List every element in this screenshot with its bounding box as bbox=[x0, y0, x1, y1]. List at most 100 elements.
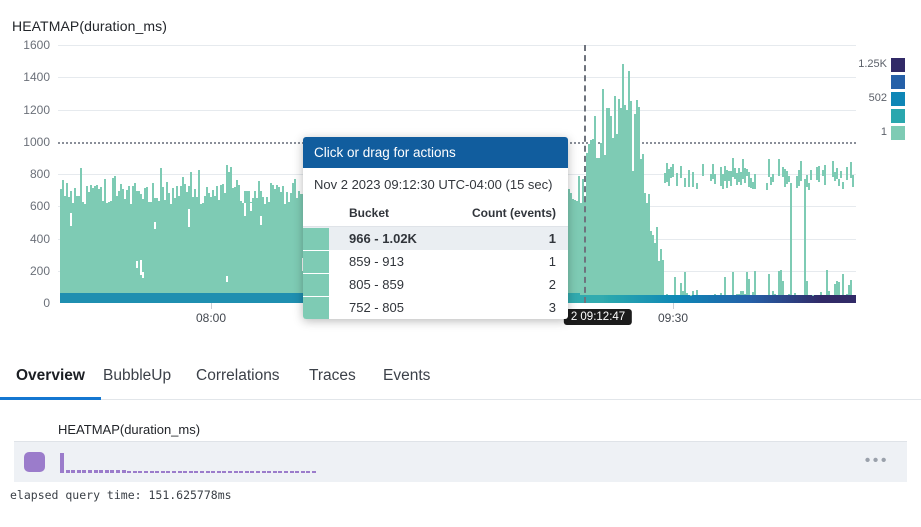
table-row[interactable]: 966 - 1.02K 1 bbox=[303, 226, 568, 250]
sparkline-bar bbox=[76, 470, 81, 473]
heatmap-cell bbox=[852, 174, 854, 188]
heatmap-cell bbox=[748, 278, 750, 295]
table-row[interactable]: 805 - 859 2 bbox=[303, 273, 568, 296]
heatmap-cell bbox=[846, 167, 848, 181]
y-tick-label: 400 bbox=[29, 231, 50, 246]
tab-events[interactable]: Events bbox=[381, 358, 432, 400]
legend-color-swatch bbox=[891, 92, 905, 106]
heatmap-cell bbox=[684, 178, 686, 187]
bucket-color-swatch bbox=[303, 250, 329, 273]
legend-color-swatch bbox=[891, 126, 905, 140]
sparkline-bar bbox=[93, 470, 98, 473]
heatmap-cell bbox=[662, 260, 664, 295]
heatmap-gap bbox=[212, 176, 214, 185]
series-color-swatch bbox=[24, 452, 45, 472]
legend-label-mid: 502 bbox=[868, 92, 887, 104]
heatmap-query-page: HEATMAP(duration_ms) 1600 1400 1200 1000 800… bbox=[0, 0, 921, 527]
sparkline-bar bbox=[116, 470, 120, 473]
y-tick-label: 200 bbox=[29, 263, 50, 278]
y-axis: 1600 1400 1200 1000 800 600 400 200 0 bbox=[0, 38, 58, 310]
legend-color-swatch bbox=[891, 58, 905, 72]
sparkline-bar bbox=[272, 471, 277, 473]
heatmap-cell bbox=[778, 159, 780, 176]
sparkline-bar bbox=[216, 471, 221, 473]
y-tick-label: 1600 bbox=[23, 38, 50, 52]
sparkline-bar bbox=[200, 471, 204, 473]
sparkline-bar bbox=[160, 471, 165, 473]
heatmap-cell bbox=[824, 164, 826, 185]
heatmap-cell bbox=[804, 178, 806, 295]
bucket-count-cell: 1 bbox=[441, 226, 568, 250]
overview-result-row[interactable]: ••• bbox=[14, 441, 907, 482]
row-overflow-menu-icon[interactable]: ••• bbox=[865, 453, 889, 469]
result-tabs[interactable]: Overview BubbleUp Correlations Traces Events bbox=[0, 358, 921, 400]
color-scale-legend: 1.25K 502 1 bbox=[851, 50, 913, 140]
heatmap-gap bbox=[214, 162, 216, 172]
crosshair-time-badge: 2 09:12:47 bbox=[563, 309, 633, 325]
y-tick-label: 1000 bbox=[23, 134, 50, 149]
sparkline-bar bbox=[65, 470, 70, 473]
sparkline-bar bbox=[82, 470, 87, 473]
heatmap-cell bbox=[768, 159, 770, 177]
heatmap-cell bbox=[772, 174, 774, 183]
heatmap-cell bbox=[754, 174, 756, 190]
count-column-header: Count (events) bbox=[441, 198, 568, 227]
sparkline-bar bbox=[289, 471, 294, 473]
table-row[interactable]: 752 - 805 3 bbox=[303, 296, 568, 319]
sparkline-bar bbox=[71, 470, 76, 473]
sparkline-bar bbox=[149, 471, 154, 473]
sparkline-bar bbox=[256, 471, 260, 473]
heatmap-cell bbox=[788, 175, 790, 183]
legend-swatches bbox=[891, 58, 905, 143]
heatmap-cell bbox=[680, 166, 682, 178]
heatmap-cell bbox=[672, 163, 674, 177]
sparkline-bar bbox=[183, 471, 188, 473]
elapsed-query-time: elapsed query time: 151.625778ms bbox=[10, 488, 232, 502]
sparkline-bar bbox=[155, 471, 160, 473]
y-tick-label: 1200 bbox=[23, 102, 50, 117]
swatch-header bbox=[303, 198, 339, 227]
heatmap-cell bbox=[674, 276, 676, 295]
sparkline-bar bbox=[194, 471, 199, 473]
y-tick-label: 600 bbox=[29, 199, 50, 214]
sparkline-bar bbox=[312, 471, 316, 473]
legend-label-max: 1.25K bbox=[858, 58, 887, 70]
sparkline-bar bbox=[60, 453, 64, 473]
heatmap-cell bbox=[838, 179, 840, 187]
heatmap-cell bbox=[840, 170, 842, 178]
tab-traces[interactable]: Traces bbox=[307, 358, 358, 400]
sparkline-bar bbox=[211, 471, 216, 473]
sparkline-bar bbox=[228, 471, 232, 473]
tooltip-header: Click or drag for actions bbox=[303, 137, 568, 168]
tab-correlations[interactable]: Correlations bbox=[194, 358, 282, 400]
tooltip-timestamp: Nov 2 2023 09:12:30 UTC-04:00 (15 sec) bbox=[314, 177, 553, 192]
overview-column-title: HEATMAP(duration_ms) bbox=[58, 422, 201, 437]
table-row[interactable]: 859 - 913 1 bbox=[303, 250, 568, 273]
bucket-range-cell: 752 - 805 bbox=[349, 300, 404, 315]
bucket-color-cell bbox=[303, 226, 339, 250]
sparkline-bar bbox=[188, 471, 193, 473]
x-tick-label: 08:00 bbox=[195, 311, 227, 325]
x-tick-label: 09:30 bbox=[657, 311, 689, 325]
tab-overview[interactable]: Overview bbox=[0, 358, 101, 400]
heatmap-cell bbox=[818, 165, 820, 182]
sparkline-bar bbox=[172, 471, 176, 473]
heatmap-cell bbox=[850, 279, 852, 295]
sparkline-bar bbox=[222, 471, 227, 473]
sparkline-bar bbox=[110, 470, 115, 473]
legend-label-min: 1 bbox=[880, 126, 887, 138]
sparkline-bar bbox=[132, 471, 137, 473]
bucket-color-cell bbox=[303, 296, 339, 319]
sparkline-bar bbox=[278, 471, 283, 473]
heatmap-cell bbox=[688, 169, 690, 187]
bucket-count-cell: 3 bbox=[548, 300, 556, 315]
heatmap-tooltip[interactable]: Click or drag for actions Nov 2 2023 09:… bbox=[303, 137, 568, 319]
heatmap-cell bbox=[724, 277, 726, 295]
bucket-color-swatch bbox=[303, 296, 329, 319]
heatmap-cell bbox=[810, 170, 812, 181]
sparkline-bar bbox=[295, 471, 300, 473]
heatmap-cell bbox=[854, 295, 856, 303]
sparkline-bar bbox=[99, 470, 104, 473]
sparkline-bar bbox=[127, 471, 132, 473]
tab-bubbleup[interactable]: BubbleUp bbox=[101, 358, 173, 400]
